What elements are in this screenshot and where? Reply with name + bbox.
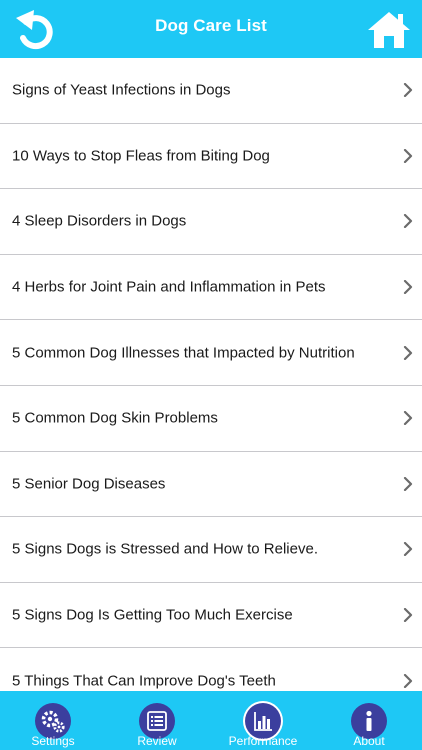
tab-label: About <box>353 734 385 748</box>
tab-performance[interactable]: Performance <box>220 691 306 750</box>
app-screen: Dog Care List Signs of Yeast Infections … <box>0 0 422 750</box>
list-item-label: 5 Senior Dog Diseases <box>12 475 166 493</box>
chevron-right-icon <box>403 411 413 426</box>
page-title: Dog Care List <box>155 16 267 35</box>
list-item[interactable]: 5 Signs Dogs is Stressed and How to Reli… <box>0 517 422 583</box>
list-item[interactable]: 4 Herbs for Joint Pain and Inflammation … <box>0 254 422 321</box>
list-item[interactable]: Signs of Yeast Infections in Dogs <box>0 58 422 124</box>
list-item-label: 10 Ways to Stop Fleas from Biting Dog <box>12 147 270 165</box>
list-item-label: 5 Signs Dog Is Getting Too Much Exercise <box>12 606 293 624</box>
chevron-right-icon <box>403 608 413 623</box>
list-item[interactable]: 4 Sleep Disorders in Dogs <box>0 189 422 255</box>
chevron-right-icon <box>403 83 413 98</box>
tab-label: Settings <box>31 734 75 748</box>
chevron-right-icon <box>403 280 413 295</box>
list-item[interactable]: 5 Signs Dog Is Getting Too Much Exercise <box>0 582 422 649</box>
list-item[interactable]: 5 Common Dog Illnesses that Impacted by … <box>0 320 422 386</box>
tab-review[interactable]: Review <box>114 691 200 750</box>
list-item[interactable]: 10 Ways to Stop Fleas from Biting Dog <box>0 123 422 190</box>
tab-bar: Settings Review Performance About <box>0 691 422 750</box>
tab-about[interactable]: About <box>326 691 412 750</box>
list-item-label: 5 Signs Dogs is Stressed and How to Reli… <box>12 540 318 558</box>
tab-label: Review <box>137 734 177 748</box>
chevron-right-icon <box>403 214 413 229</box>
list-item-label: 5 Common Dog Illnesses that Impacted by … <box>12 344 355 362</box>
list-item-label: Signs of Yeast Infections in Dogs <box>12 81 231 99</box>
list-item-label: 4 Sleep Disorders in Dogs <box>12 212 187 230</box>
list-item[interactable]: 5 Things That Can Improve Dog's Teeth <box>0 648 422 691</box>
chevron-right-icon <box>403 476 413 491</box>
list-item-label: 5 Common Dog Skin Problems <box>12 409 218 427</box>
home-icon <box>368 12 410 48</box>
list-item-label: 4 Herbs for Joint Pain and Inflammation … <box>12 278 326 296</box>
tab-label: Performance <box>228 734 298 748</box>
tab-settings[interactable]: Settings <box>10 691 96 750</box>
header-bar: Dog Care List <box>0 0 422 58</box>
chevron-right-icon <box>403 542 413 557</box>
chevron-right-icon <box>403 673 413 688</box>
list-item[interactable]: 5 Common Dog Skin Problems <box>0 385 422 452</box>
list-item-label: 5 Things That Can Improve Dog's Teeth <box>12 672 276 690</box>
home-button[interactable] <box>366 10 412 50</box>
chevron-right-icon <box>403 345 413 360</box>
list-item[interactable]: 5 Senior Dog Diseases <box>0 451 422 518</box>
chevron-right-icon <box>403 148 413 163</box>
dog-care-list: Signs of Yeast Infections in Dogs 10 Way… <box>0 58 422 691</box>
